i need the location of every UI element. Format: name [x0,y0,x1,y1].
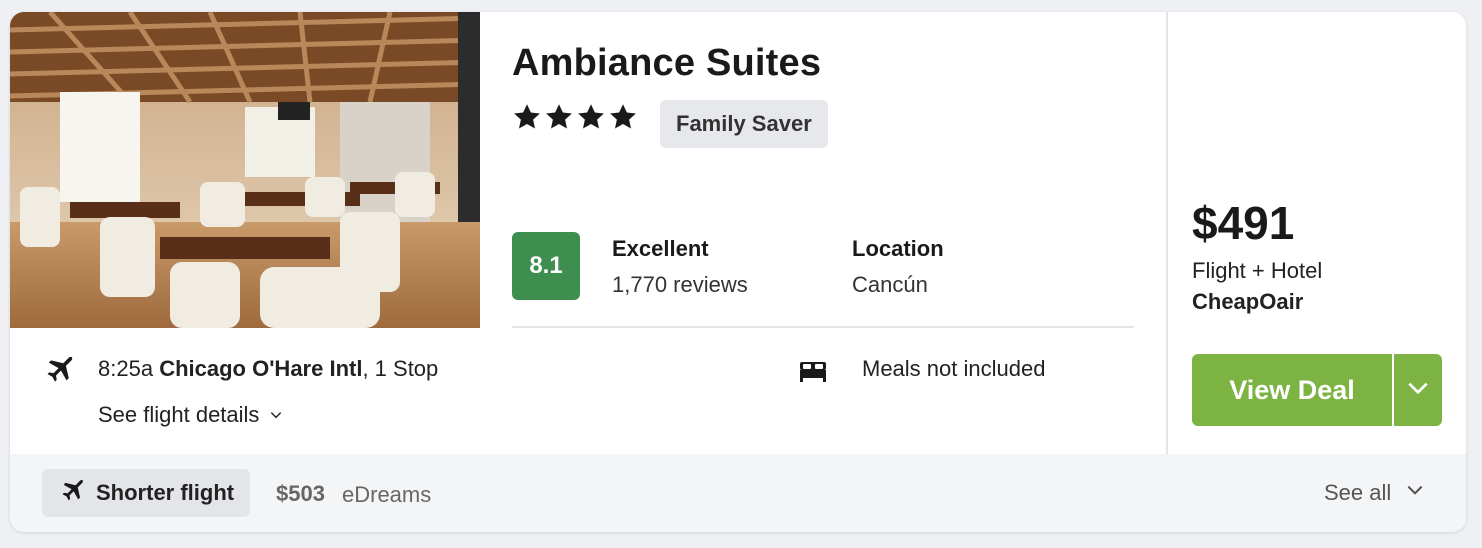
star-icon [512,102,542,132]
plane-icon [42,352,76,391]
more-deals-dropdown-button[interactable] [1394,354,1442,426]
alternative-price[interactable]: $503 [276,481,325,507]
flight-details-label: See flight details [98,402,260,427]
chevron-down-icon [1405,375,1431,406]
family-saver-badge: Family Saver [660,100,828,148]
see-all-label: See all [1324,480,1392,505]
star-icon [608,102,638,132]
bed-icon [798,358,828,389]
meals-info: Meals not included [862,356,1046,381]
review-score: 8.1 [512,232,580,300]
star-icon [544,102,574,132]
hotel-name[interactable]: Ambiance Suites [512,42,821,85]
alternative-deals-footer: Shorter flight $503 eDreams See all [10,454,1466,532]
hotel-photo[interactable] [10,12,480,328]
flight-summary: 8:25a Chicago O'Hare Intl, 1 Stop [98,356,438,382]
deal-provider: CheapOair [1192,289,1304,314]
hotel-result-card[interactable]: Ambiance Suites Family Saver 8.1 Excelle… [10,12,1466,532]
see-flight-details-link[interactable]: See flight details [98,402,283,428]
shorter-flight-tag[interactable]: Shorter flight [42,469,251,517]
star-icon [576,102,606,132]
deal-price: $491 [1192,197,1295,249]
info-divider [512,326,1134,328]
location-label: Location [852,236,944,261]
departure-airport: Chicago O'Hare Intl [159,356,363,381]
chevron-down-icon [269,402,283,428]
view-deal-button[interactable]: View Deal [1192,354,1392,426]
plane-icon [58,476,86,510]
alternative-provider[interactable]: eDreams [342,482,431,508]
rating-label: Excellent [612,236,709,261]
location-value: Cancún [852,272,928,297]
price-column-divider [1166,12,1168,454]
review-count: 1,770 reviews [612,272,748,297]
see-all-button[interactable]: See all [1324,480,1425,506]
shorter-flight-label: Shorter flight [96,480,235,505]
star-rating [512,102,638,132]
stop-count: , 1 Stop [362,356,439,381]
departure-time: 8:25a [98,356,154,381]
chevron-down-icon [1405,480,1425,506]
package-type: Flight + Hotel [1192,258,1323,283]
